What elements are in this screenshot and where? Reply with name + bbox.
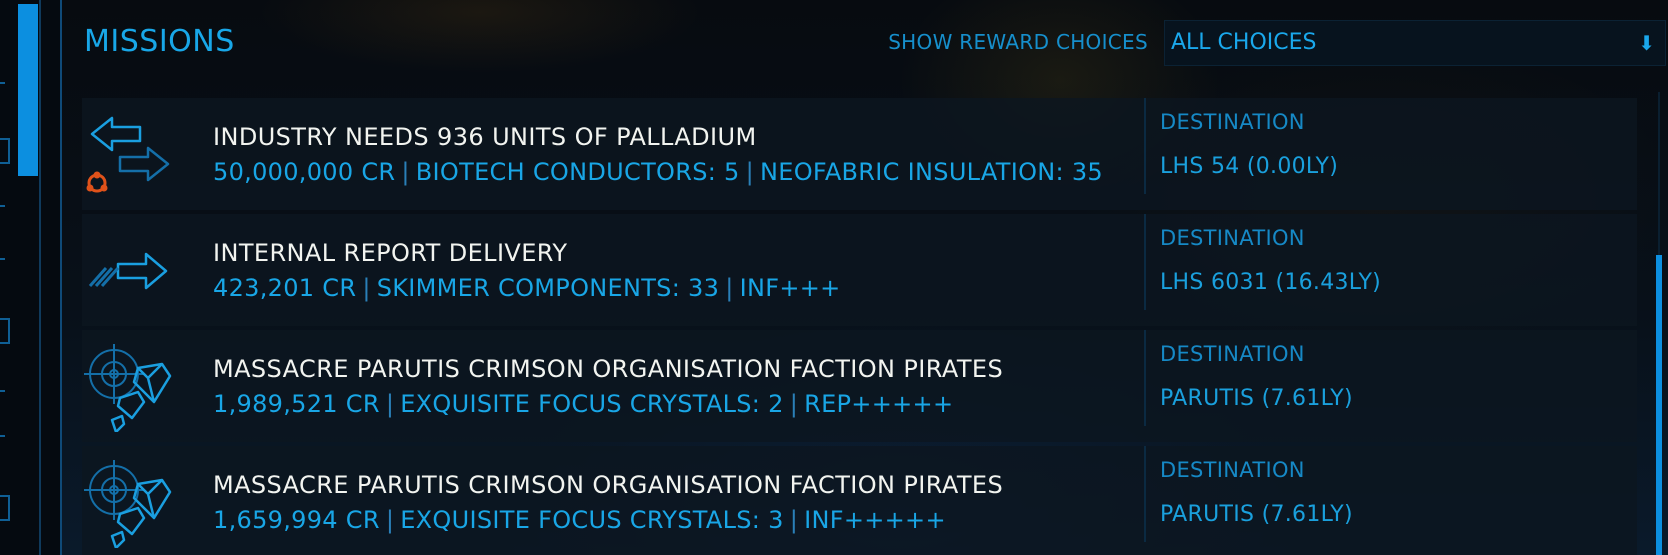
mission-row[interactable]: MASSACRE PARUTIS CRIMSON ORGANISATION FA… [82, 330, 1637, 442]
dropdown-arrow-icon: ⬇ [1638, 31, 1655, 55]
reward-credits: 1,989,521 CR [213, 390, 380, 418]
mission-rewards: 1,659,994 CR | EXQUISITE FOCUS CRYSTALS: 3… [213, 506, 946, 534]
row-divider [1144, 98, 1146, 194]
mission-title: INTERNAL REPORT DELIVERY [213, 239, 568, 267]
left-nav-rail [0, 0, 62, 555]
rail-tick [0, 435, 5, 437]
reward-separator: | [385, 506, 395, 534]
destination-label: DESTINATION [1160, 342, 1305, 366]
reward-extra: INF+++ [739, 274, 841, 302]
massacre-crystals-icon [82, 456, 182, 550]
mission-title: MASSACRE PARUTIS CRIMSON ORGANISATION FA… [213, 471, 1004, 499]
rail-tick [0, 205, 5, 207]
reward-credits: 50,000,000 CR [213, 158, 396, 186]
reward-separator: | [385, 390, 395, 418]
destination-value: LHS 54 (0.00LY) [1160, 154, 1339, 179]
reward-extra: NEOFABRIC INSULATION: 35 [760, 158, 1103, 186]
reward-separator: | [401, 158, 410, 186]
destination-label: DESTINATION [1160, 226, 1305, 250]
reward-choices-value: ALL CHOICES [1171, 30, 1317, 55]
rail-tab-icon[interactable] [0, 318, 10, 344]
reward-credits: 1,659,994 CR [213, 506, 380, 534]
mission-rewards: 1,989,521 CR | EXQUISITE FOCUS CRYSTALS: 2… [213, 390, 953, 418]
reward-separator: | [725, 274, 734, 302]
row-divider [1144, 214, 1146, 310]
reward-extra: REP+++++ [804, 390, 954, 418]
reward-commodity: BIOTECH CONDUCTORS: 5 [415, 158, 740, 186]
reward-separator: | [789, 390, 799, 418]
reward-separator: | [745, 158, 755, 186]
reward-extra: INF+++++ [804, 506, 946, 534]
mission-rewards: 423,201 CR | SKIMMER COMPONENTS: 33 | INF+++ [213, 274, 841, 302]
destination-value: PARUTIS (7.61LY) [1160, 386, 1353, 411]
missions-screen: MISSIONS SHOW REWARD CHOICES ALL CHOICES… [0, 0, 1668, 555]
reward-filter-label: SHOW REWARD CHOICES [888, 30, 1148, 54]
mission-list: INDUSTRY NEEDS 936 UNITS OF PALLADIUM 50… [82, 98, 1637, 555]
courier-arrow-icon [82, 224, 182, 316]
reward-commodity: SKIMMER COMPONENTS: 33 [376, 274, 720, 302]
reward-commodity: EXQUISITE FOCUS CRYSTALS: 2 [400, 390, 784, 418]
reward-choices-dropdown[interactable]: ALL CHOICES ⬇ [1164, 20, 1666, 66]
mission-row[interactable]: MASSACRE PARUTIS CRIMSON ORGANISATION FA… [82, 446, 1637, 555]
row-divider [1144, 330, 1146, 426]
row-divider [1144, 446, 1146, 542]
destination-label: DESTINATION [1160, 110, 1305, 134]
reward-separator: | [789, 506, 799, 534]
rail-tick [0, 390, 5, 392]
rail-divider [39, 0, 41, 555]
mission-title: INDUSTRY NEEDS 936 UNITS OF PALLADIUM [213, 123, 757, 151]
rail-tick [0, 258, 5, 260]
mission-row[interactable]: INDUSTRY NEEDS 936 UNITS OF PALLADIUM 50… [82, 98, 1637, 210]
page-title: MISSIONS [84, 24, 235, 59]
list-scrollbar-thumb[interactable] [1656, 255, 1662, 555]
rail-tab-icon[interactable] [0, 495, 10, 521]
reward-separator: | [362, 274, 371, 302]
destination-value: PARUTIS (7.61LY) [1160, 502, 1353, 527]
mission-rewards: 50,000,000 CR | BIOTECH CONDUCTORS: 5 | NEOF… [213, 158, 1103, 186]
reward-credits: 423,201 CR [213, 274, 357, 302]
reward-commodity: EXQUISITE FOCUS CRYSTALS: 3 [400, 506, 784, 534]
faction-badge-icon [86, 171, 108, 193]
massacre-crystals-icon [82, 340, 182, 434]
rail-tick [0, 82, 5, 84]
rail-scrollbar-thumb[interactable] [18, 4, 38, 176]
rail-tab-icon[interactable] [0, 138, 10, 164]
destination-label: DESTINATION [1160, 458, 1305, 482]
destination-value: LHS 6031 (16.43LY) [1160, 270, 1382, 295]
mission-title: MASSACRE PARUTIS CRIMSON ORGANISATION FA… [213, 355, 1004, 383]
mission-row[interactable]: INTERNAL REPORT DELIVERY 423,201 CR | SKIM… [82, 214, 1637, 326]
trade-arrows-icon [82, 108, 182, 200]
